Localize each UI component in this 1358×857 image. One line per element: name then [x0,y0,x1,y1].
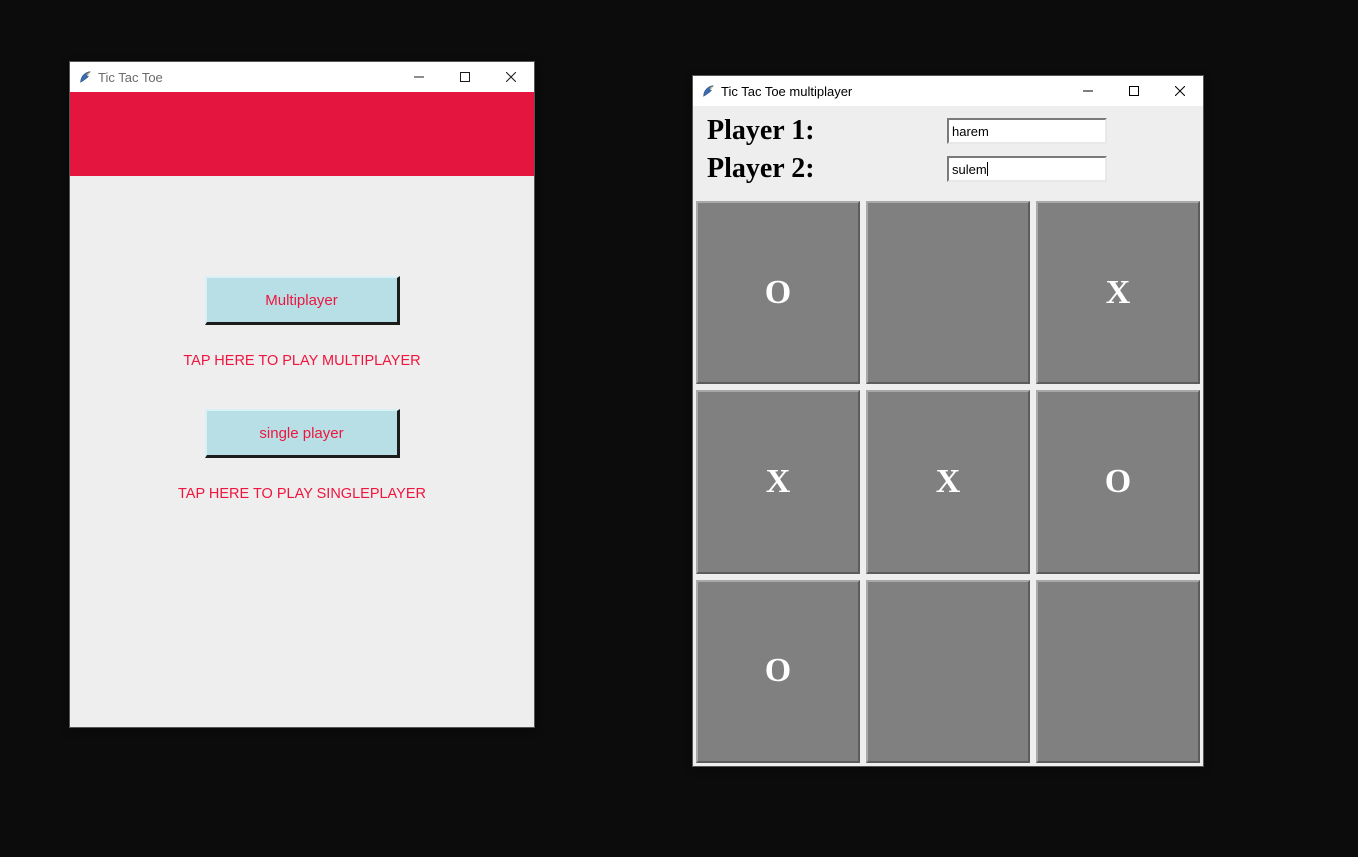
cell-2-0[interactable]: O [696,580,860,763]
player2-input-value: sulem [952,162,987,177]
cell-0-1[interactable] [866,201,1030,384]
minimize-button[interactable] [396,62,442,92]
player1-input-value: harem [952,124,989,139]
multiplayer-button-label: Multiplayer [265,292,338,309]
player2-label: Player 2: [707,153,947,185]
singleplayer-caption: TAP HERE TO PLAY SINGLEPLAYER [178,486,426,502]
cell-1-2[interactable]: O [1036,390,1200,573]
titlebar[interactable]: Tic Tac Toe [70,62,534,92]
client-area: Player 1: harem Player 2: sulem O X X X … [693,106,1203,766]
player1-input[interactable]: harem [947,118,1107,144]
cell-2-1[interactable] [866,580,1030,763]
tic-tac-toe-menu-window: Tic Tac Toe Multiplayer TAP HERE TO PLAY… [69,61,535,728]
maximize-button[interactable] [1111,76,1157,106]
tk-feather-icon [701,84,715,98]
window-title: Tic Tac Toe multiplayer [721,84,1065,99]
window-title: Tic Tac Toe [98,70,396,85]
player1-row: Player 1: harem [707,112,1189,150]
client-area: Multiplayer TAP HERE TO PLAY MULTIPLAYER… [70,92,534,727]
singleplayer-button-label: single player [259,425,343,442]
close-button[interactable] [488,62,534,92]
player2-input[interactable]: sulem [947,156,1107,182]
player-name-panel: Player 1: harem Player 2: sulem [693,106,1203,198]
close-button[interactable] [1157,76,1203,106]
titlebar[interactable]: Tic Tac Toe multiplayer [693,76,1203,106]
game-board: O X X X O O [693,198,1203,766]
multiplayer-button[interactable]: Multiplayer [205,276,400,325]
window-controls [396,62,534,92]
player1-label: Player 1: [707,115,947,147]
cell-0-0[interactable]: O [696,201,860,384]
menu-body: Multiplayer TAP HERE TO PLAY MULTIPLAYER… [70,176,534,727]
tic-tac-toe-game-window: Tic Tac Toe multiplayer Player 1: harem … [692,75,1204,767]
window-controls [1065,76,1203,106]
cell-0-2[interactable]: X [1036,201,1200,384]
singleplayer-button[interactable]: single player [205,409,400,458]
cell-1-0[interactable]: X [696,390,860,573]
player2-row: Player 2: sulem [707,150,1189,188]
minimize-button[interactable] [1065,76,1111,106]
cell-2-2[interactable] [1036,580,1200,763]
header-banner [70,92,534,176]
multiplayer-caption: TAP HERE TO PLAY MULTIPLAYER [183,353,420,369]
cell-1-1[interactable]: X [866,390,1030,573]
maximize-button[interactable] [442,62,488,92]
tk-feather-icon [78,70,92,84]
